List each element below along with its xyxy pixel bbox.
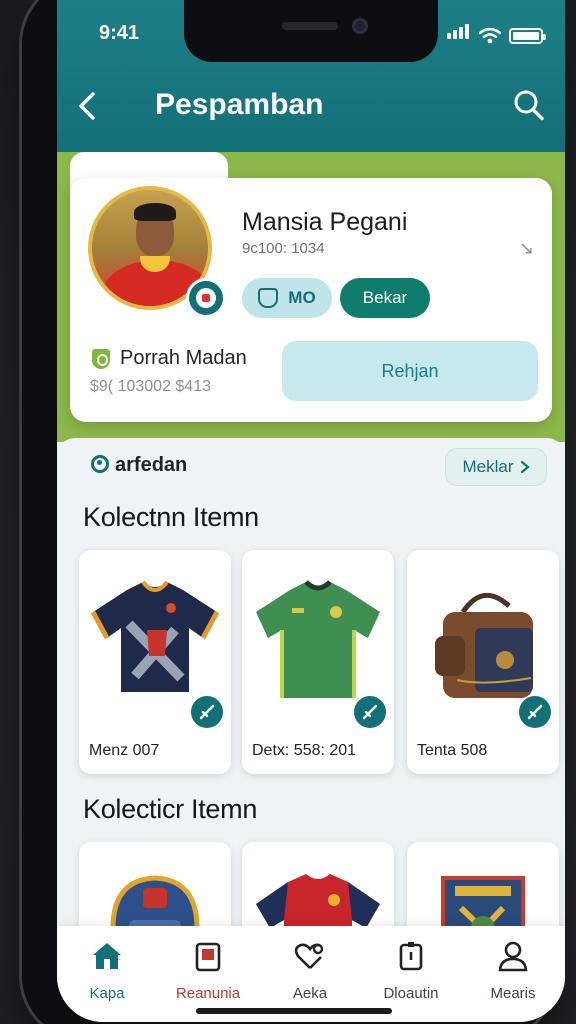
shield-icon — [258, 288, 279, 308]
card-icon — [195, 942, 221, 972]
item-caption: Detx: 558: 201 — [252, 742, 357, 759]
user-icon — [498, 941, 528, 972]
status-icons — [447, 24, 546, 44]
collection-title-2: Kolecticr Itemn — [83, 794, 258, 824]
tab-reanunia[interactable]: Reanunia — [158, 940, 258, 1002]
tab-kapa[interactable]: Kapa — [57, 940, 157, 1002]
item-caption: Tenta 508 — [417, 742, 488, 759]
home-icon — [93, 943, 121, 969]
profile-card: Mansia Pegani 9c100: 1034 ↘ MO Bekar Por… — [70, 178, 552, 422]
profile-id: 9c100: 1034 — [242, 240, 325, 257]
battery-icon — [509, 28, 546, 44]
search-icon[interactable] — [513, 88, 545, 122]
notch — [184, 0, 438, 62]
tab-dloautin[interactable]: Dloautin — [361, 940, 461, 1002]
home-indicator[interactable] — [196, 1008, 392, 1014]
more-button-label: Meklar — [462, 457, 514, 476]
mo-chip[interactable]: MO — [242, 278, 332, 318]
add-icon[interactable] — [191, 696, 223, 728]
cellular-signal-icon — [447, 24, 471, 44]
add-icon[interactable] — [519, 696, 551, 728]
document-icon — [399, 942, 423, 971]
mo-chip-label: MO — [288, 288, 316, 307]
target-icon — [91, 455, 109, 473]
position-value: $9( 103002 $413 — [90, 378, 211, 395]
page-title: Pespamban — [155, 88, 324, 121]
app-screen: 9:41 Pespamban Mansia Pegani 9c100: 1034… — [57, 0, 565, 1022]
position-label: Porrah Madan — [120, 347, 247, 369]
green-jersey-icon — [256, 580, 380, 698]
tab-label: Mearis — [490, 985, 536, 1002]
collection-title-1: Kolectnn Itemn — [83, 502, 259, 532]
camera — [352, 18, 368, 34]
expand-icon[interactable]: ↘ — [519, 238, 534, 259]
status-bar: 9:41 — [57, 0, 565, 62]
status-time: 9:41 — [99, 22, 140, 44]
add-icon[interactable] — [354, 696, 386, 728]
team-badge-icon — [186, 278, 226, 318]
back-arrow-icon[interactable] — [73, 86, 101, 126]
collection-card[interactable]: Tenta 508 — [407, 550, 559, 774]
wifi-icon — [479, 28, 501, 44]
tab-label: Kapa — [89, 985, 125, 1002]
chevron-right-icon — [520, 460, 530, 474]
verified-shield-icon — [92, 349, 110, 369]
tab-label: Aeka — [292, 985, 328, 1002]
dark-jersey-icon — [90, 580, 220, 692]
tab-label: Dloautin — [383, 985, 439, 1002]
tab-label: Reanunia — [175, 985, 241, 1002]
more-button[interactable]: Meklar — [445, 448, 547, 486]
speaker — [282, 22, 338, 30]
section-label: arfedan — [115, 454, 188, 476]
app-header: 9:41 Pespamban — [57, 0, 565, 155]
item-caption: Menz 007 — [89, 742, 160, 759]
collection-card[interactable]: Detx: 558: 201 — [242, 550, 394, 774]
tab-mearis[interactable]: Mearis — [463, 940, 563, 1002]
profile-name: Mansia Pegani — [242, 208, 408, 236]
collection-card[interactable]: Menz 007 — [79, 550, 231, 774]
heart-pin-icon — [294, 943, 324, 969]
backpack-icon — [435, 593, 533, 698]
rehjan-button[interactable]: Rehjan — [282, 341, 538, 401]
tab-aeka[interactable]: Aeka — [260, 940, 360, 1002]
bekar-button[interactable]: Bekar — [340, 278, 430, 318]
